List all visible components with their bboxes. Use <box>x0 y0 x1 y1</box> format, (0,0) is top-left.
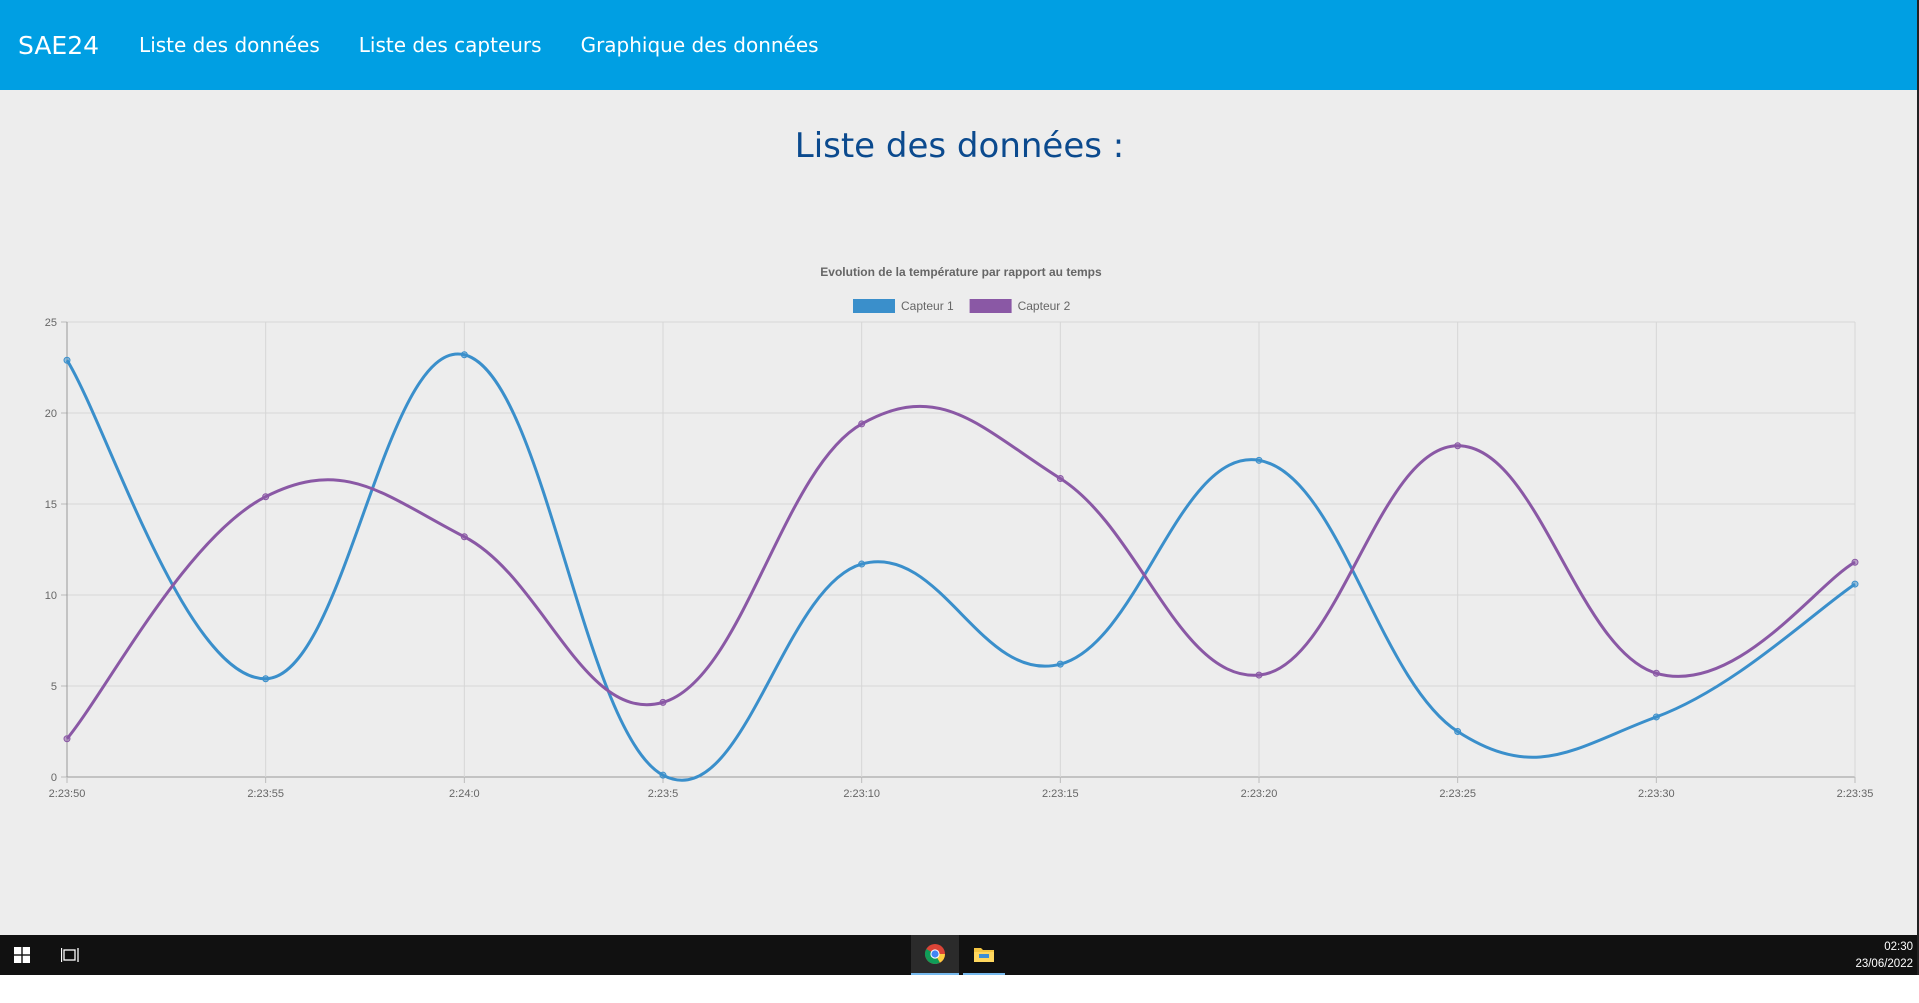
data-point-s1-6 <box>1056 660 1064 668</box>
data-point-s2-3 <box>460 533 468 541</box>
system-clock[interactable]: 02:30 23/06/2022 <box>1855 939 1913 973</box>
data-point-s1-3 <box>460 351 468 359</box>
task-view-button[interactable] <box>48 935 92 975</box>
x-tick-label: 2:23:50 <box>49 788 86 800</box>
x-tick-label: 2:23:35 <box>1837 788 1874 800</box>
bottom-strip <box>0 975 1919 1003</box>
data-point-s1-4 <box>659 771 667 779</box>
file-explorer-taskbar-button[interactable] <box>963 935 1005 975</box>
x-tick-label: 2:23:5 <box>648 788 679 800</box>
clock-date: 23/06/2022 <box>1855 958 1913 970</box>
data-point-s1-7 <box>1255 456 1263 464</box>
taskbar: 02:30 23/06/2022 <box>0 935 1919 975</box>
x-tick-label: 2:23:15 <box>1042 788 1079 800</box>
x-tick-label: 2:23:25 <box>1439 788 1476 800</box>
file-explorer-icon <box>974 948 994 962</box>
x-tick-label: 2:23:30 <box>1638 788 1675 800</box>
data-point-s2-5 <box>858 420 866 428</box>
data-point-s1-9 <box>1652 713 1660 721</box>
legend-label-1: Capteur 1 <box>901 299 954 313</box>
series-line-1 <box>65 352 1856 782</box>
legend-swatch-2 <box>969 299 1012 313</box>
legend-label-2: Capteur 2 <box>1018 299 1071 313</box>
data-point-s1-2 <box>262 675 270 683</box>
data-point-s1-10 <box>1851 580 1859 588</box>
chrome-taskbar-button[interactable] <box>911 935 959 975</box>
x-tick-label: 2:23:20 <box>1241 788 1278 800</box>
y-tick-label: 5 <box>51 681 57 693</box>
y-tick-label: 20 <box>45 408 57 420</box>
x-tick-label: 2:24:0 <box>449 788 480 800</box>
data-point-s2-7 <box>1255 671 1263 679</box>
data-point-s2-4 <box>659 698 667 706</box>
windows-start-icon <box>14 947 30 963</box>
y-tick-label: 25 <box>45 317 57 329</box>
series-line-2 <box>65 404 1856 740</box>
x-tick-label: 2:23:10 <box>843 788 880 800</box>
y-tick-label: 10 <box>45 590 57 602</box>
data-point-s2-8 <box>1454 442 1462 450</box>
line-chart: Evolution de la température par rapport … <box>45 265 1874 800</box>
data-point-s2-10 <box>1851 558 1859 566</box>
data-point-s2-6 <box>1056 475 1064 483</box>
data-point-s2-9 <box>1652 669 1660 677</box>
x-tick-label: 2:23:55 <box>247 788 284 800</box>
data-point-s2-2 <box>262 493 270 501</box>
data-point-s1-5 <box>858 560 866 568</box>
start-button[interactable] <box>0 935 44 975</box>
data-point-s2-1 <box>63 735 71 743</box>
clock-time: 02:30 <box>1884 941 1913 953</box>
y-tick-label: 15 <box>45 499 57 511</box>
y-tick-label: 0 <box>51 772 57 784</box>
task-view-icon <box>61 948 79 962</box>
data-point-s1-8 <box>1454 728 1462 735</box>
chart-title: Evolution de la température par rapport … <box>820 265 1102 279</box>
legend-swatch-1 <box>853 299 895 313</box>
chrome-icon <box>925 944 945 964</box>
data-point-s1-1 <box>63 356 71 364</box>
